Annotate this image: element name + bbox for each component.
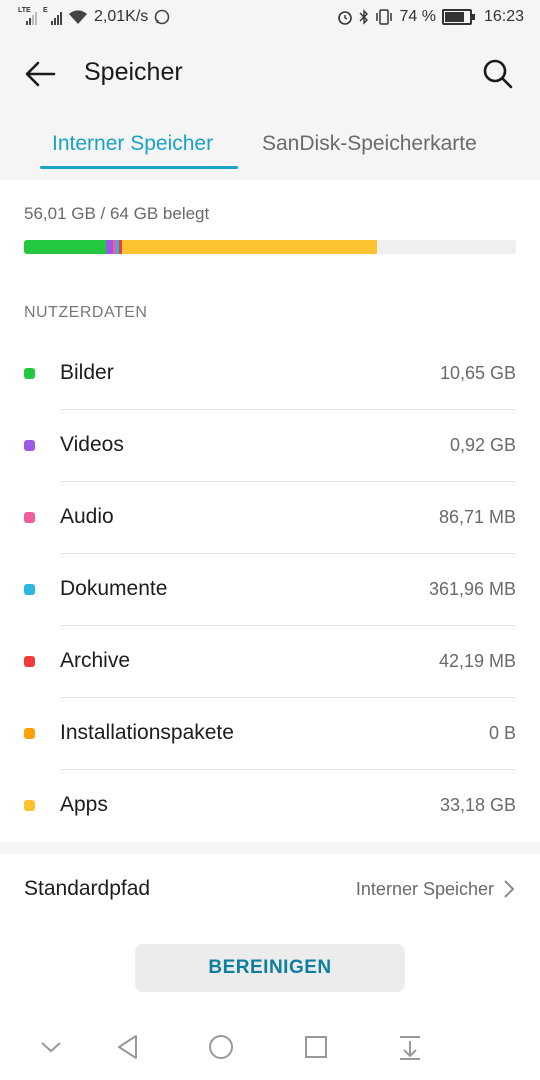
bluetooth-icon — [359, 9, 369, 25]
recents-square-icon[interactable] — [301, 1032, 331, 1062]
category-label: Archive — [60, 649, 131, 672]
alarm-icon — [338, 11, 353, 25]
category-label: Bilder — [60, 361, 114, 384]
clock: 16:23 — [483, 8, 524, 25]
default-path-value: Interner Speicher — [355, 879, 494, 899]
navigation-bar — [0, 1014, 540, 1080]
category-label: Dokumente — [60, 577, 168, 600]
category-list: Bilder 10,65 GB Videos 0,92 GB Audio 86,… — [0, 338, 540, 842]
back-arrow-icon[interactable] — [22, 56, 58, 92]
network-type-2-label: E — [43, 7, 48, 14]
status-bar: LTE E 2,01K/s 74 % 16:23 — [0, 0, 540, 38]
vibrate-icon — [376, 9, 393, 25]
category-color-dot — [24, 728, 35, 739]
category-color-dot — [24, 656, 35, 667]
clean-button[interactable]: BEREINIGEN — [135, 944, 405, 992]
category-size: 0 B — [488, 723, 516, 743]
tab-sd-card[interactable]: SanDisk-Speicherkarte — [262, 132, 477, 156]
storage-used-text: 56,01 GB / 64 GB belegt — [24, 204, 210, 223]
default-path-label: Standardpfad — [24, 877, 151, 900]
storage-card: 56,01 GB / 64 GB belegt NUTZERDATEN Bild… — [0, 180, 540, 842]
cell-signal-2-icon: E — [43, 7, 62, 25]
section-title: NUTZERDATEN — [24, 304, 148, 321]
storage-usage-bar — [24, 240, 516, 254]
category-label: Videos — [60, 433, 124, 456]
category-label: Apps — [60, 793, 108, 816]
category-size: 361,96 MB — [428, 579, 516, 599]
app-bar: Speicher — [0, 38, 540, 110]
notification-pulldown-icon[interactable] — [395, 1032, 425, 1062]
category-size: 42,19 MB — [438, 651, 516, 671]
wifi-icon — [69, 10, 87, 24]
usage-segment-videos — [105, 240, 113, 254]
home-circle-icon[interactable] — [206, 1032, 236, 1062]
list-item-bilder[interactable]: Bilder 10,65 GB — [0, 338, 540, 410]
category-color-dot — [24, 368, 35, 379]
cell-signal-icon: LTE — [18, 7, 37, 25]
network-speed: 2,01K/s — [94, 8, 149, 25]
tab-internal-storage[interactable]: Interner Speicher — [52, 132, 213, 156]
list-item-audio[interactable]: Audio 86,71 MB — [0, 482, 540, 554]
usage-segment-apps — [121, 240, 377, 254]
default-path-row[interactable]: Standardpfad Interner Speicher — [0, 854, 540, 924]
storage-tabs: Interner Speicher SanDisk-Speicherkarte — [0, 118, 540, 180]
category-color-dot — [24, 584, 35, 595]
list-item-archive[interactable]: Archive 42,19 MB — [0, 626, 540, 698]
category-size: 86,71 MB — [438, 507, 516, 527]
category-size: 0,92 GB — [449, 435, 516, 455]
list-item-installationspakete[interactable]: Installationspakete 0 B — [0, 698, 540, 770]
whatsapp-icon — [154, 9, 170, 25]
category-label: Audio — [60, 505, 114, 528]
category-size: 10,65 GB — [439, 363, 516, 383]
list-item-apps[interactable]: Apps 33,18 GB — [0, 770, 540, 842]
network-type-label: LTE — [18, 7, 31, 14]
category-color-dot — [24, 800, 35, 811]
list-item-dokumente[interactable]: Dokumente 361,96 MB — [0, 554, 540, 626]
page-title: Speicher — [84, 58, 183, 86]
back-triangle-icon[interactable] — [113, 1032, 143, 1062]
active-tab-indicator — [40, 166, 238, 169]
search-icon[interactable] — [480, 56, 516, 92]
battery-icon — [441, 9, 475, 25]
chevron-down-icon[interactable] — [36, 1032, 66, 1062]
chevron-right-icon — [504, 880, 515, 898]
button-area: BEREINIGEN — [0, 924, 540, 1014]
category-color-dot — [24, 512, 35, 523]
battery-percent: 74 % — [399, 8, 436, 25]
category-label: Installationspakete — [60, 721, 234, 744]
usage-segment-bilder — [24, 240, 106, 254]
category-color-dot — [24, 440, 35, 451]
list-item-videos[interactable]: Videos 0,92 GB — [0, 410, 540, 482]
category-size: 33,18 GB — [439, 795, 516, 815]
